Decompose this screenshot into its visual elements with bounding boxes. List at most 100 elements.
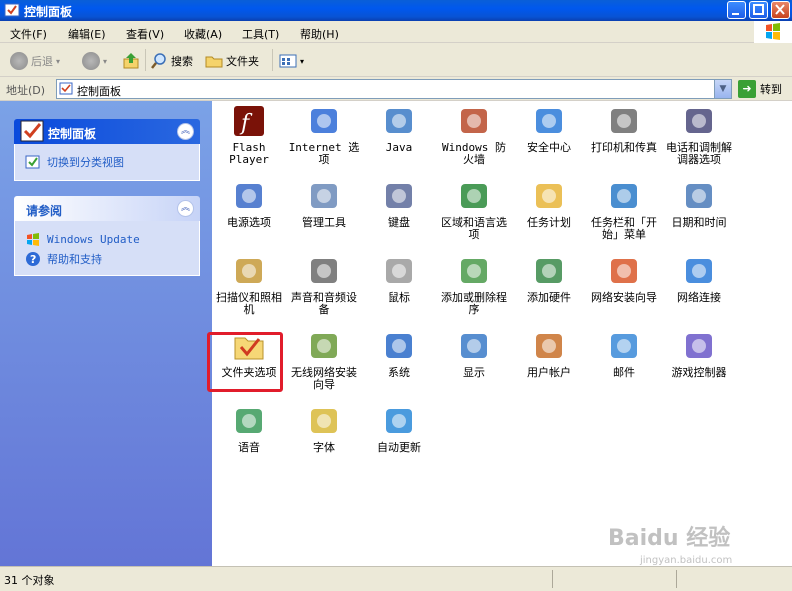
windows-firewall-icon — [457, 104, 491, 138]
network-setup-wizard-icon — [607, 254, 641, 288]
item-label: 鼠标 — [388, 291, 410, 304]
add-remove-programs-icon — [457, 254, 491, 288]
item-add-hardware[interactable]: 添加硬件 — [512, 254, 586, 304]
back-button[interactable]: 后退 ▾ — [10, 51, 60, 71]
folders-label: 文件夹 — [226, 55, 259, 68]
switch-to-category-view-link[interactable]: 切换到分类视图 — [25, 154, 189, 170]
item-label: 任务栏和「开始」菜单 — [591, 216, 657, 241]
go-arrow-icon: ➜ — [738, 80, 756, 98]
menu-tools[interactable]: 工具(T) — [242, 26, 279, 42]
date-time-icon — [682, 179, 716, 213]
views-button[interactable]: ▾ — [279, 51, 304, 71]
windows-update-link[interactable]: Windows Update — [25, 231, 189, 247]
item-mouse[interactable]: 鼠标 — [362, 254, 436, 304]
search-label: 搜索 — [171, 55, 193, 68]
item-keyboard[interactable]: 键盘 — [362, 179, 436, 229]
menu-view[interactable]: 查看(V) — [126, 26, 164, 42]
address-value: 控制面板 — [77, 85, 121, 98]
control-panel-icon — [20, 120, 44, 142]
item-date-time[interactable]: 日期和时间 — [662, 179, 736, 229]
close-button[interactable] — [771, 1, 790, 19]
scheduled-tasks-icon — [532, 179, 566, 213]
item-phone-and-modem[interactable]: 电话和调制解调器选项 — [662, 104, 736, 166]
item-label: Windows 防火墙 — [442, 141, 506, 166]
control-panel-section-header[interactable]: 控制面板 ︽ — [14, 119, 200, 144]
item-label: 管理工具 — [302, 216, 346, 229]
item-network-setup-wizard[interactable]: 网络安装向导 — [587, 254, 661, 304]
item-label: 添加硬件 — [527, 291, 571, 304]
collapse-icon[interactable]: ︽ — [177, 200, 194, 217]
user-accounts-icon — [532, 329, 566, 363]
menu-file[interactable]: 文件(F) — [10, 26, 47, 42]
item-label: 网络连接 — [677, 291, 721, 304]
help-and-support-link[interactable]: ? 帮助和支持 — [25, 251, 189, 267]
item-label: 字体 — [313, 441, 335, 454]
minimize-button[interactable] — [727, 1, 746, 19]
link-label: 切换到分类视图 — [47, 156, 124, 169]
item-security-center[interactable]: 安全中心 — [512, 104, 586, 154]
item-system[interactable]: 系统 — [362, 329, 436, 379]
collapse-icon[interactable]: ︽ — [177, 123, 194, 140]
section-body: 切换到分类视图 — [14, 144, 200, 181]
item-scheduled-tasks[interactable]: 任务计划 — [512, 179, 586, 229]
close-icon — [775, 4, 785, 15]
address-dropdown-button[interactable]: ▼ — [714, 80, 731, 98]
go-button[interactable]: ➜ 转到 — [738, 80, 782, 98]
item-internet-options[interactable]: Internet 选项 — [287, 104, 361, 166]
up-folder-button[interactable] — [122, 51, 140, 71]
views-icon — [279, 54, 297, 68]
item-add-remove-programs[interactable]: 添加或删除程序 — [437, 254, 511, 316]
item-label: 声音和音频设备 — [291, 291, 357, 316]
menu-favorites[interactable]: 收藏(A) — [184, 26, 222, 42]
item-speech[interactable]: 语音 — [212, 404, 286, 454]
item-administrative-tools[interactable]: 管理工具 — [287, 179, 361, 229]
system-icon — [382, 329, 416, 363]
item-label: Internet 选项 — [288, 141, 360, 166]
item-label: Java — [385, 141, 413, 154]
item-sounds-audio[interactable]: 声音和音频设备 — [287, 254, 361, 316]
item-label: 用户帐户 — [527, 366, 571, 379]
menu-edit[interactable]: 编辑(E) — [68, 26, 106, 42]
item-power-options[interactable]: 电源选项 — [212, 179, 286, 229]
item-regional-language[interactable]: 区域和语言选项 — [437, 179, 511, 241]
item-label: 显示 — [463, 366, 485, 379]
search-button[interactable]: 搜索 — [150, 51, 193, 71]
control-panel-section: 控制面板 ︽ 切换到分类视图 — [14, 119, 200, 181]
item-wireless-network-wizard[interactable]: 无线网络安装向导 — [287, 329, 361, 391]
item-user-accounts[interactable]: 用户帐户 — [512, 329, 586, 379]
toolbar-separator — [145, 49, 146, 71]
see-also-section-header[interactable]: 请参阅 ︽ — [14, 196, 200, 221]
mouse-icon — [382, 254, 416, 288]
keyboard-icon — [382, 179, 416, 213]
item-label: 扫描仪和照相机 — [216, 291, 282, 316]
folder-icon — [205, 56, 223, 68]
item-display[interactable]: 显示 — [437, 329, 511, 379]
status-bar: 31 个对象 — [0, 566, 792, 591]
search-icon — [151, 53, 166, 69]
item-label: 电源选项 — [227, 216, 271, 229]
fonts-icon — [307, 404, 341, 438]
item-mail[interactable]: 邮件 — [587, 329, 661, 379]
menu-help[interactable]: 帮助(H) — [300, 26, 339, 42]
control-panel-icon — [4, 3, 20, 17]
item-network-connections[interactable]: 网络连接 — [662, 254, 736, 304]
item-scanners-cameras[interactable]: 扫描仪和照相机 — [212, 254, 286, 316]
item-java[interactable]: Java — [362, 104, 436, 154]
folders-button[interactable]: 文件夹 — [205, 51, 259, 71]
menu-bar: 文件(F) 编辑(E) 查看(V) 收藏(A) 工具(T) 帮助(H) — [0, 21, 792, 43]
item-automatic-updates[interactable]: 自动更新 — [362, 404, 436, 454]
item-taskbar-start-menu[interactable]: 任务栏和「开始」菜单 — [587, 179, 661, 241]
maximize-button[interactable] — [749, 1, 768, 19]
forward-button[interactable]: ▾ — [82, 51, 107, 71]
chevron-down-icon: ▼ — [719, 84, 727, 94]
chevron-down-icon: ▾ — [103, 56, 108, 66]
regional-language-icon — [457, 179, 491, 213]
item-windows-firewall[interactable]: Windows 防火墙 — [437, 104, 511, 166]
back-arrow-icon — [10, 52, 28, 70]
item-flash-player[interactable]: f Flash Player — [212, 104, 286, 166]
item-printers-and-faxes[interactable]: 打印机和传真 — [587, 104, 661, 154]
address-input[interactable]: 控制面板 ▼ — [56, 79, 732, 99]
baidu-watermark-url: jingyan.baidu.com — [640, 555, 733, 566]
item-fonts[interactable]: 字体 — [287, 404, 361, 454]
item-game-controllers[interactable]: 游戏控制器 — [662, 329, 736, 379]
